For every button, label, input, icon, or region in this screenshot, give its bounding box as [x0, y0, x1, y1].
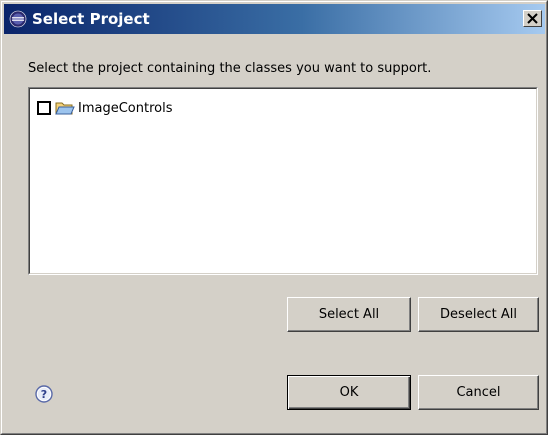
folder-open-icon [55, 102, 75, 115]
close-button[interactable] [523, 10, 542, 27]
help-symbol: ? [41, 388, 47, 401]
instruction-text: Select the project containing the classe… [28, 61, 432, 76]
project-checkbox[interactable] [37, 101, 51, 115]
cancel-button[interactable]: Cancel [418, 375, 539, 410]
deselect-all-button[interactable]: Deselect All [418, 297, 539, 332]
close-icon [527, 13, 538, 24]
select-project-dialog: Select Project Select the project contai… [0, 0, 548, 435]
project-tree[interactable]: ImageControls [28, 87, 538, 275]
title-bar[interactable]: Select Project [4, 4, 545, 34]
select-all-button[interactable]: Select All [287, 297, 411, 332]
tree-item-imagecontrols[interactable]: ImageControls [37, 98, 172, 118]
dialog-title: Select Project [32, 10, 150, 28]
help-icon[interactable]: ? [35, 385, 53, 403]
ok-button[interactable]: OK [287, 375, 411, 410]
tree-item-label: ImageControls [78, 100, 173, 116]
eclipse-app-icon [9, 10, 27, 28]
